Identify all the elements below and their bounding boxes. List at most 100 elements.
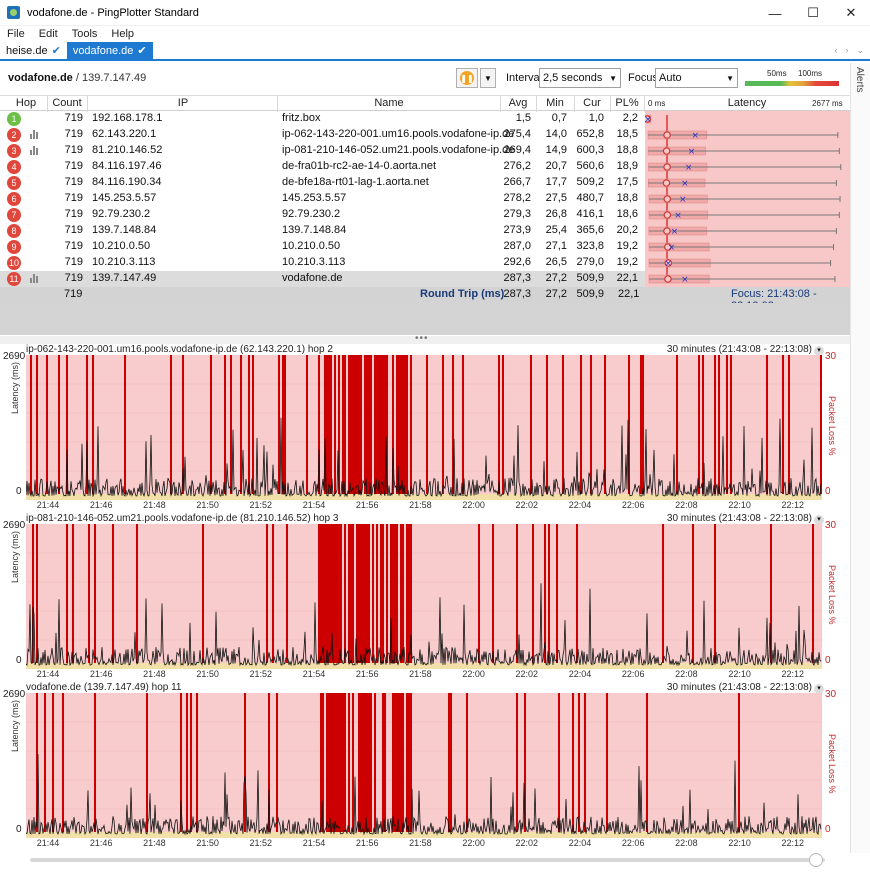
check-icon: ✔: [51, 45, 61, 57]
graph-bars-icon[interactable]: [30, 130, 41, 139]
menu-edit[interactable]: Edit: [32, 28, 65, 40]
tab-scroll-right-icon[interactable]: ›: [845, 45, 848, 56]
packet-loss-bar: [714, 355, 716, 500]
col-cur[interactable]: Cur: [574, 97, 610, 109]
summary-pl: 22,1: [618, 288, 640, 300]
hop-cur: 323,8: [576, 240, 604, 252]
time-tick-label: 21:52: [249, 838, 273, 848]
focus-select[interactable]: Auto ▼: [655, 68, 738, 88]
hop-row[interactable]: 2 719 62.143.220.1 ip-062-143-220-001.um16.…: [0, 127, 645, 143]
menu-file[interactable]: File: [0, 28, 32, 40]
tab-list-chevron-icon[interactable]: ⌄: [856, 45, 864, 56]
hop-row[interactable]: 11 719 139.7.147.49 vodafone.de 287,3 27,2 509…: [0, 271, 645, 287]
tab-heise[interactable]: heise.de ✔: [0, 42, 67, 59]
hop-pl: 2,2: [622, 112, 638, 124]
window-title: vodafone.de - PingPlotter Standard: [27, 6, 199, 19]
latency-plot[interactable]: [26, 355, 822, 500]
time-tick-label: 22:04: [568, 500, 592, 510]
col-min[interactable]: Min: [536, 97, 574, 109]
hop-count: 719: [64, 256, 83, 268]
packet-loss-bar: [124, 355, 126, 500]
graph-time-range[interactable]: 30 minutes (21:43:08 - 22:13:08): [667, 344, 812, 355]
interval-label: Interval: [506, 72, 543, 84]
hop-min: 27,2: [545, 272, 567, 284]
time-axis: 21:44 21:46 21:48 21:50 21:52 21:54 21:56 21:58…: [26, 838, 822, 850]
close-button[interactable]: ✕: [832, 0, 870, 26]
latency-plot[interactable]: [26, 693, 822, 838]
latency-avg-marker: [662, 179, 671, 187]
hop-row[interactable]: 10 719 10.210.3.113 10.210.3.113 292,6 26,5 27…: [0, 255, 645, 271]
latency-history-graph[interactable]: vodafone.de (139.7.147.49) hop 11 30 minu…: [0, 682, 850, 852]
menu-help[interactable]: Help: [104, 28, 141, 40]
pause-dropdown-button[interactable]: ▼: [480, 68, 496, 88]
y-axis-min: 0: [16, 486, 22, 497]
hop-row[interactable]: 7 719 92.79.230.2 92.79.230.2 279,3 26,8 416,1…: [0, 207, 645, 223]
hop-number-badge: 10: [7, 256, 21, 270]
time-tick-label: 22:06: [621, 838, 645, 848]
hop-row[interactable]: 5 719 84.116.190.34 de-bfe18a-rt01-lag-1.ao…: [0, 175, 645, 191]
packet-loss-bar: [348, 524, 350, 669]
packet-loss-bar: [726, 355, 728, 500]
packet-loss-bar: [364, 355, 366, 500]
col-pl[interactable]: PL%: [610, 97, 644, 109]
hop-min: 20,7: [545, 160, 567, 172]
packet-loss-bar: [358, 693, 360, 838]
latency-plot[interactable]: [26, 524, 822, 669]
timeline-slider-handle[interactable]: [809, 853, 823, 867]
hop-number-badge: 5: [7, 176, 21, 190]
time-tick-label: 21:44: [36, 838, 60, 848]
latency-history-graph[interactable]: ip-062-143-220-001.um16.pools.vodafone-i…: [0, 344, 850, 514]
graph-bars-icon[interactable]: [30, 146, 41, 155]
hop-min: 25,4: [545, 224, 567, 236]
hop-number-badge: 3: [7, 144, 21, 158]
hop-row[interactable]: 6 719 145.253.5.57 145.253.5.57 278,2 27,5 480…: [0, 191, 645, 207]
latency-avg-marker: [663, 195, 672, 203]
col-latency[interactable]: Latency: [700, 97, 794, 109]
hop-row[interactable]: 3 719 81.210.146.52 ip-081-210-146-052.um21…: [0, 143, 645, 159]
latency-cur-marker: ×: [685, 163, 693, 173]
menu-tools[interactable]: Tools: [65, 28, 105, 40]
scale-high-label: 100ms: [798, 69, 823, 78]
minimize-button[interactable]: —: [756, 0, 794, 26]
hop-name: ip-081-210-146-052.um21.pools.vodafone-i…: [282, 144, 515, 156]
hop-row[interactable]: 8 719 139.7.148.84 139.7.148.84 273,9 25,4 365…: [0, 223, 645, 239]
chevron-down-icon: ▼: [726, 74, 734, 83]
packet-loss-bar: [328, 524, 330, 669]
hop-row[interactable]: 9 719 10.210.0.50 10.210.0.50 287,0 27,1 323,8…: [0, 239, 645, 255]
maximize-button[interactable]: ☐: [794, 0, 832, 26]
packet-loss-bar: [676, 355, 678, 500]
packet-loss-bar: [400, 355, 402, 500]
hop-row[interactable]: 4 719 84.116.197.46 de-fra01b-rc2-ae-14-0.a…: [0, 159, 645, 175]
graph-time-range[interactable]: 30 minutes (21:43:08 - 22:13:08): [667, 513, 812, 524]
packet-loss-bar: [252, 355, 254, 500]
alerts-panel[interactable]: Alerts: [850, 63, 870, 853]
latency-history-graph[interactable]: ip-081-210-146-052.um21.pools.vodafone-i…: [0, 513, 850, 683]
tab-scroll-left-icon[interactable]: ‹: [834, 45, 837, 56]
col-count[interactable]: Count: [48, 97, 86, 109]
scale-low-label: 50ms: [767, 69, 787, 78]
packet-loss-bar: [782, 355, 784, 500]
col-name[interactable]: Name: [278, 97, 500, 109]
packet-loss-bar: [530, 355, 532, 500]
interval-select[interactable]: 2,5 seconds ▼: [539, 68, 621, 88]
graph-time-range[interactable]: 30 minutes (21:43:08 - 22:13:08): [667, 682, 812, 693]
grid-header: Hop Count IP Name Avg Min Cur PL% 0 ms L…: [0, 95, 850, 112]
col-avg[interactable]: Avg: [500, 97, 536, 109]
col-ip[interactable]: IP: [88, 97, 278, 109]
hop-ip: 62.143.220.1: [92, 128, 157, 140]
pause-button[interactable]: ❚❚: [456, 68, 478, 88]
tab-vodafone[interactable]: vodafone.de ✔: [66, 42, 153, 59]
y-axis-label: Latency (ms): [10, 699, 20, 752]
packet-loss-bar: [406, 693, 408, 838]
timeline-track[interactable]: [30, 858, 825, 862]
packet-loss-bar: [286, 524, 288, 669]
packet-loss-bar: [306, 355, 308, 500]
packet-loss-bar: [382, 524, 384, 669]
time-tick-label: 22:02: [515, 838, 539, 848]
graph-bars-icon[interactable]: [30, 274, 41, 283]
hop-row[interactable]: 1 719 192.168.178.1 fritz.box 1,5 0,7 1,0 2,2: [0, 111, 645, 127]
col-hop[interactable]: Hop: [10, 97, 42, 109]
packet-loss-bar: [372, 524, 374, 669]
packet-loss-bar: [112, 524, 114, 669]
pane-splitter[interactable]: •••: [0, 333, 850, 344]
